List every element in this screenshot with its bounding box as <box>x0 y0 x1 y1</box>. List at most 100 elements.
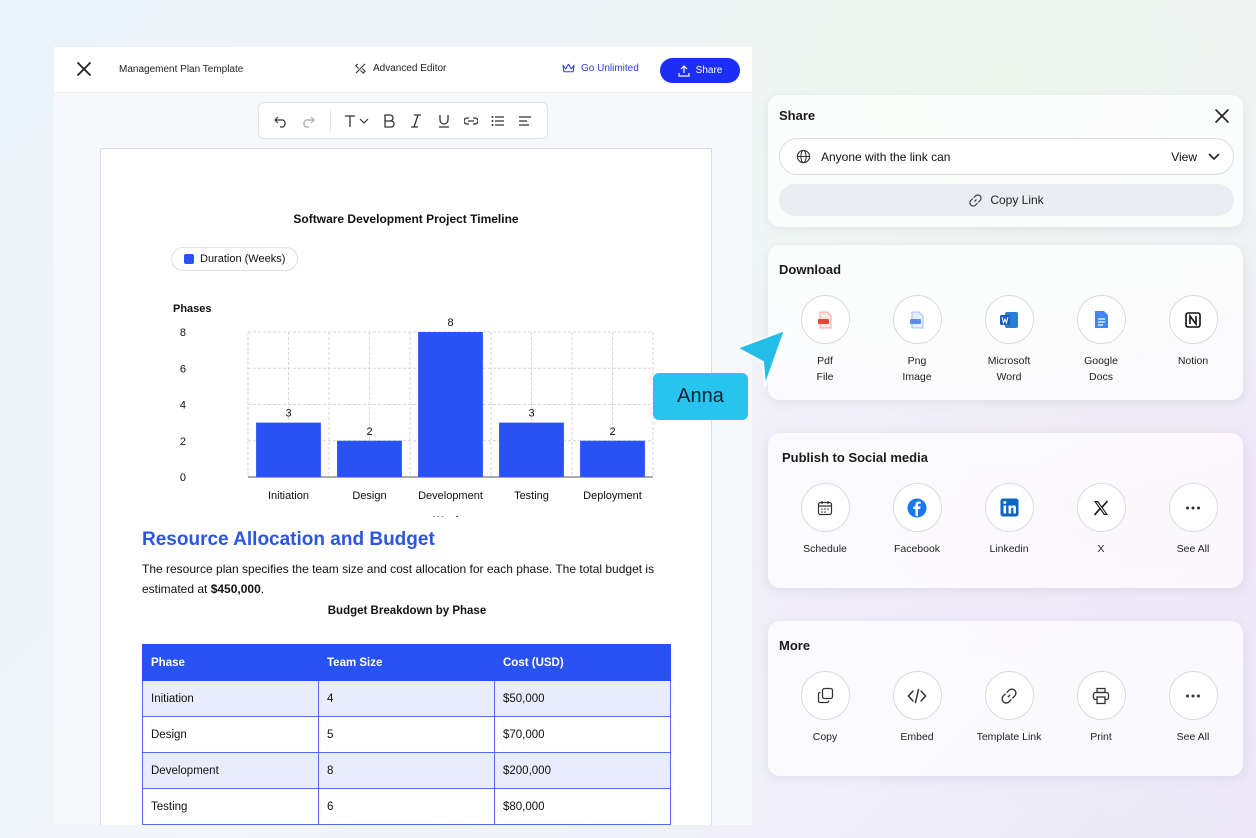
social-linkedin[interactable]: Linkedin <box>963 483 1055 557</box>
social-facebook[interactable]: Facebook <box>871 483 963 557</box>
png-image-icon <box>892 295 942 344</box>
bar <box>337 440 402 477</box>
download-label: Png Image <box>902 355 932 383</box>
table-cell: $80,000 <box>494 788 671 825</box>
social-label: Facebook <box>893 543 941 555</box>
underline-button[interactable] <box>432 109 455 133</box>
x-tick-label: Design <box>352 490 386 502</box>
close-icon[interactable] <box>74 59 94 79</box>
more-copy[interactable]: Copy <box>779 671 871 745</box>
social-panel: Publish to Social media Schedule Faceboo… <box>768 433 1243 588</box>
social-label: Schedule <box>803 543 847 555</box>
download-label: Google Docs <box>1084 355 1118 383</box>
more-label: Template Link <box>976 731 1042 743</box>
more-dots-icon <box>1168 671 1218 720</box>
link-permission-select[interactable]: Anyone with the link can View <box>779 138 1234 175</box>
chart-legend[interactable]: Duration (Weeks) <box>171 247 299 271</box>
table-cell: 4 <box>318 680 495 717</box>
social-see-all[interactable]: See All <box>1147 483 1239 557</box>
document-title: Management Plan Template <box>119 64 244 75</box>
download-word[interactable]: Microsoft Word <box>963 295 1055 385</box>
table-header: Phase <box>142 644 319 681</box>
table-cell: Testing <box>142 788 319 825</box>
y-axis-label: Phases <box>173 303 212 315</box>
download-label: Pdf File <box>816 355 834 383</box>
code-icon <box>892 671 942 720</box>
link-icon <box>984 671 1034 720</box>
x-axis-label: Weeks <box>433 515 468 517</box>
social-options: Schedule Facebook Linkedin X See All <box>779 483 1239 557</box>
advanced-editor-button[interactable]: Advanced Editor <box>354 62 446 75</box>
more-template-link[interactable]: Template Link <box>963 671 1055 745</box>
more-label: See All <box>1176 731 1210 743</box>
social-label: Linkedin <box>989 543 1029 555</box>
share-button[interactable]: Share <box>660 58 740 83</box>
bar <box>499 422 564 477</box>
download-label: Notion <box>1177 355 1209 367</box>
bar-chart: Phases 0 2 4 6 8 3 Initiation 2 Design 8 Developmen… <box>173 303 654 517</box>
tools-icon <box>355 63 366 74</box>
section-paragraph: The resource plan specifies the team siz… <box>142 559 682 599</box>
chart-title: Software Development Project Timeline <box>293 212 519 226</box>
table-cell: Development <box>142 752 319 789</box>
go-unlimited-button[interactable]: Go Unlimited <box>562 62 639 74</box>
social-x[interactable]: X <box>1055 483 1147 557</box>
table-cell: $50,000 <box>494 680 671 717</box>
table-cell: 6 <box>318 788 495 825</box>
undo-icon <box>273 116 286 128</box>
download-label: Microsoft Word <box>987 355 1031 383</box>
more-label: Embed <box>900 731 934 743</box>
redo-button[interactable] <box>296 109 319 133</box>
download-pdf[interactable]: Pdf File <box>779 295 871 385</box>
social-schedule[interactable]: Schedule <box>779 483 871 557</box>
upload-icon <box>678 64 690 77</box>
link-icon <box>969 193 982 207</box>
table-header-row: Phase Team Size Cost (USD) <box>142 644 671 681</box>
download-google-docs[interactable]: Google Docs <box>1055 295 1147 385</box>
more-see-all[interactable]: See All <box>1147 671 1239 745</box>
google-docs-icon <box>1076 295 1126 344</box>
close-icon[interactable] <box>1213 107 1231 125</box>
italic-icon <box>411 113 422 128</box>
x-logo-icon <box>1076 483 1126 532</box>
permission-label: Anyone with the link can <box>821 149 951 164</box>
table-row: Development 8 $200,000 <box>142 752 671 789</box>
document-editor: Management Plan Template Advanced Editor… <box>54 47 752 825</box>
table-row: Initiation 4 $50,000 <box>142 680 671 717</box>
section-heading: Resource Allocation and Budget <box>142 529 435 550</box>
table-cell: $200,000 <box>494 752 671 789</box>
paragraph-end: . <box>260 582 265 596</box>
y-tick-label: 6 <box>180 363 186 375</box>
table-title: Budget Breakdown by Phase <box>327 605 487 617</box>
share-label: Share <box>695 65 723 76</box>
pdf-file-icon <box>800 295 850 344</box>
align-button[interactable] <box>514 109 537 133</box>
toolbar-divider <box>329 109 331 132</box>
download-notion[interactable]: Notion <box>1147 295 1239 385</box>
bullet-list-button[interactable] <box>487 109 510 133</box>
copy-link-button[interactable]: Copy Link <box>779 184 1234 216</box>
x-tick-label: Initiation <box>268 490 309 502</box>
data-label: 3 <box>285 408 291 420</box>
y-tick-label: 0 <box>180 472 186 484</box>
undo-button[interactable] <box>269 109 292 133</box>
data-label: 2 <box>609 426 615 438</box>
italic-button[interactable] <box>405 109 428 133</box>
more-print[interactable]: Print <box>1055 671 1147 745</box>
globe-icon <box>796 149 811 164</box>
bold-button[interactable] <box>377 109 400 133</box>
more-embed[interactable]: Embed <box>871 671 963 745</box>
social-title: Publish to Social media <box>782 450 928 465</box>
download-png[interactable]: Png Image <box>871 295 963 385</box>
align-left-icon <box>519 115 532 126</box>
more-dots-icon <box>1168 483 1218 532</box>
facebook-icon <box>892 483 942 532</box>
printer-icon <box>1076 671 1126 720</box>
table-header: Team Size <box>318 644 495 681</box>
table-cell: 8 <box>318 752 495 789</box>
microsoft-word-icon <box>984 295 1034 344</box>
editor-topbar: Management Plan Template Advanced Editor… <box>54 47 752 93</box>
linkedin-icon <box>984 483 1034 532</box>
text-style-dropdown[interactable] <box>341 109 374 133</box>
link-button[interactable] <box>459 109 482 133</box>
